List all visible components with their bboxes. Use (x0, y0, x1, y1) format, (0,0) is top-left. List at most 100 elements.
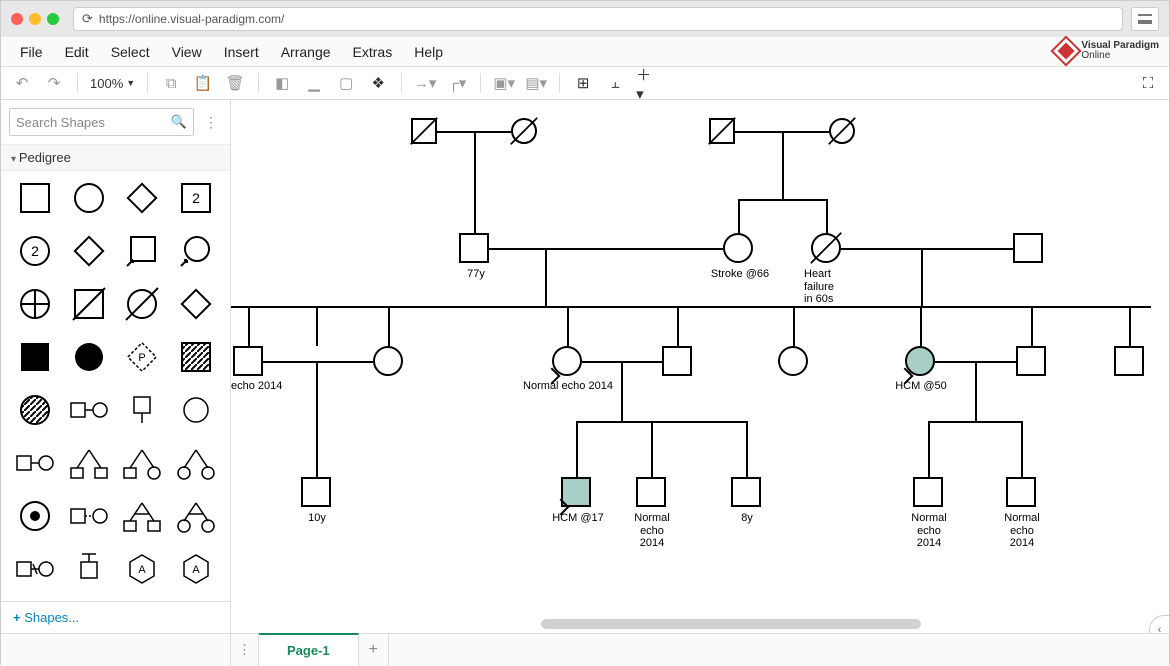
node-hcm17-male-affected-proband[interactable] (561, 477, 591, 507)
shape-hex-a2[interactable]: A (172, 548, 220, 590)
to-back-button[interactable]: ▤▾ (525, 72, 547, 94)
node-g3-female-2[interactable] (778, 346, 808, 376)
minimize-window-icon[interactable] (29, 13, 41, 25)
node-normal-echo-r1-male[interactable] (913, 477, 943, 507)
connector-g3-bus (231, 306, 1151, 308)
shape-twins-id-2[interactable] (172, 495, 220, 537)
node-g2-far-right-male[interactable] (1013, 233, 1043, 263)
shape-divorced[interactable] (11, 548, 59, 590)
guides-button[interactable]: ⫠ (604, 72, 626, 94)
shape-affected-male[interactable] (11, 336, 59, 378)
menu-help[interactable]: Help (403, 40, 454, 64)
node-g3-male-mid[interactable] (662, 346, 692, 376)
more-shapes-button[interactable]: + Shapes... (1, 601, 230, 633)
diagram-canvas[interactable]: 77y Stroke @66 Heart failure in 60s (231, 100, 1169, 633)
shape-unknown-2[interactable] (65, 230, 113, 272)
menu-extras[interactable]: Extras (342, 40, 404, 64)
shape-proband-female[interactable] (172, 230, 220, 272)
grid-button[interactable]: ⊞ (572, 72, 594, 94)
shape-twins-id-1[interactable] (119, 495, 167, 537)
node-echo2014-left-male[interactable] (233, 346, 263, 376)
close-window-icon[interactable] (11, 13, 23, 25)
shape-multiple-male[interactable]: 2 (172, 177, 220, 219)
menu-insert[interactable]: Insert (213, 40, 270, 64)
node-normal-echo-2014-mid-male[interactable] (636, 477, 666, 507)
style-button[interactable]: ❖ (367, 72, 389, 94)
copy-button[interactable]: ⧉ (160, 72, 182, 94)
g1-male-deceased-right[interactable] (709, 118, 735, 144)
fill-color-button[interactable]: ◧ (271, 72, 293, 94)
address-bar[interactable]: ⟳ https://online.visual-paradigm.com/ (73, 7, 1123, 31)
scrollbar-thumb[interactable] (541, 619, 921, 629)
to-front-button[interactable]: ▣▾ (493, 72, 515, 94)
node-10y-male[interactable] (301, 477, 331, 507)
label-hcm50: HCM @50 (881, 380, 961, 393)
shadow-button[interactable]: ▢ (335, 72, 357, 94)
connector-straight-button[interactable]: →▾ (414, 72, 436, 94)
node-stroke66-female[interactable] (723, 233, 753, 263)
shape-deceased-male[interactable] (65, 283, 113, 325)
connector (248, 306, 250, 346)
shape-couple-dashed[interactable] (65, 495, 113, 537)
add-page-button[interactable]: + (359, 634, 389, 666)
insert-button[interactable]: ＋▾ (636, 72, 658, 94)
line-color-button[interactable]: ▁ (303, 72, 325, 94)
shape-adopted-out[interactable] (65, 548, 113, 590)
node-g3-male-far-right[interactable] (1114, 346, 1144, 376)
node-g3-male-right[interactable] (1016, 346, 1046, 376)
shape-unknown[interactable] (119, 177, 167, 219)
shape-affected-female[interactable] (65, 336, 113, 378)
shape-carrier-female-x[interactable] (11, 283, 59, 325)
shape-female-small[interactable] (172, 389, 220, 431)
shape-pregnancy[interactable]: P (119, 336, 167, 378)
g1-female-deceased-right[interactable] (829, 118, 855, 144)
node-normal-echo-2014-female-proband[interactable] (552, 346, 582, 376)
node-normal-echo-r2-male[interactable] (1006, 477, 1036, 507)
node-77y-male[interactable] (459, 233, 489, 263)
node-8y-male[interactable] (731, 477, 761, 507)
maximize-window-icon[interactable] (47, 13, 59, 25)
connector-waypoint-button[interactable]: ┌▾ (446, 72, 468, 94)
redo-button[interactable]: ↷ (43, 72, 65, 94)
shape-twins-2[interactable] (119, 442, 167, 484)
shape-proband-male[interactable] (119, 230, 167, 272)
shape-twins-3[interactable] (172, 442, 220, 484)
shape-deceased-female[interactable] (119, 283, 167, 325)
menu-arrange[interactable]: Arrange (270, 40, 342, 64)
shapes-panel-menu[interactable]: ⋮ (200, 114, 222, 131)
undo-button[interactable]: ↶ (11, 72, 33, 94)
zoom-dropdown[interactable]: 100%▼ (90, 76, 135, 91)
node-g3-female-1[interactable] (373, 346, 403, 376)
menu-view[interactable]: View (161, 40, 213, 64)
shape-deceased-unknown[interactable] (172, 283, 220, 325)
shape-male[interactable] (11, 177, 59, 219)
browser-menu-button[interactable] (1131, 7, 1159, 31)
shape-twins-1[interactable] (65, 442, 113, 484)
menu-select[interactable]: Select (100, 40, 161, 64)
shape-multiple-female[interactable]: 2 (11, 230, 59, 272)
shape-hatched-female[interactable] (11, 389, 59, 431)
menu-edit[interactable]: Edit (54, 40, 100, 64)
node-heartfailure-female-deceased[interactable] (811, 233, 841, 263)
delete-button[interactable]: 🗑 (224, 72, 246, 94)
brand-logo[interactable]: Visual Paradigm Online (1055, 40, 1159, 62)
fullscreen-button[interactable]: ⛶ (1137, 72, 1159, 94)
category-pedigree[interactable]: Pedigree (1, 144, 230, 171)
search-shapes-input[interactable]: Search Shapes 🔍 (9, 108, 194, 136)
menu-file[interactable]: File (9, 40, 54, 64)
paste-button[interactable]: 📋 (192, 72, 214, 94)
shape-couple-1[interactable] (65, 389, 113, 431)
node-hcm50-female-affected[interactable] (905, 346, 935, 376)
reload-icon[interactable]: ⟳ (82, 11, 93, 27)
shape-hex-a[interactable]: A (119, 548, 167, 590)
shape-hatched-male[interactable] (172, 336, 220, 378)
page-tab-1[interactable]: Page-1 (259, 633, 359, 666)
shape-female[interactable] (65, 177, 113, 219)
g1-male-deceased-left[interactable] (411, 118, 437, 144)
g1-female-deceased-left[interactable] (511, 118, 537, 144)
shape-couple-2[interactable] (11, 442, 59, 484)
shape-male-small[interactable] (119, 389, 167, 431)
horizontal-scrollbar[interactable] (541, 619, 1149, 629)
page-tabs-menu[interactable]: ⋮ (231, 634, 259, 666)
shape-carrier-dot[interactable] (11, 495, 59, 537)
